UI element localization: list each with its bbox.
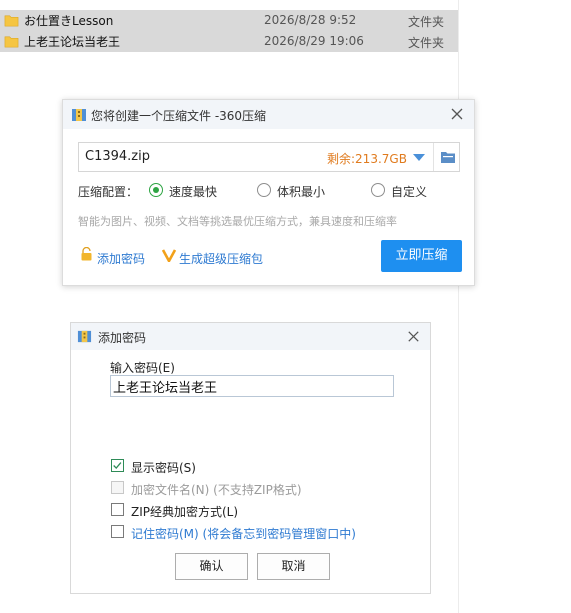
show-password-label[interactable]: 显示密码(S) <box>131 459 196 476</box>
compress-dialog: 您将创建一个压缩文件 -360压缩 C1394.zip 剩余:213.7GB 压… <box>62 99 475 286</box>
zip-classic-encryption-label[interactable]: ZIP经典加密方式(L) <box>131 503 238 520</box>
radio-speed-fastest[interactable] <box>149 183 163 197</box>
zip-classic-encryption-checkbox[interactable] <box>111 503 124 516</box>
cancel-button[interactable]: 取消 <box>257 553 330 580</box>
ok-button[interactable]: 确认 <box>175 553 248 580</box>
encrypt-filenames-checkbox <box>111 481 124 494</box>
archive-filename[interactable]: C1394.zip <box>85 149 150 164</box>
path-divider <box>433 143 434 171</box>
file-type: 文件夹 <box>408 15 445 29</box>
file-date: 2026/8/29 19:06 <box>264 34 364 48</box>
lock-icon[interactable] <box>80 247 93 261</box>
password-input-label: 输入密码(E) <box>110 361 175 375</box>
radio-speed-fastest-label[interactable]: 速度最快 <box>169 183 217 200</box>
file-row[interactable]: 上老王论坛当老王 2026/8/29 19:06 文件夹 <box>0 31 458 52</box>
password-titlebar[interactable]: 添加密码 <box>71 323 430 350</box>
chevron-down-icon[interactable] <box>413 154 425 161</box>
archive-app-icon <box>77 330 92 343</box>
compress-hint: 智能为图片、视频、文档等挑选最优压缩方式，兼具速度和压缩率 <box>78 215 397 228</box>
free-space-label: 剩余:213.7GB <box>327 152 407 166</box>
compress-titlebar[interactable]: 您将创建一个压缩文件 -360压缩 <box>63 100 474 129</box>
file-row[interactable]: お仕置きLesson 2026/8/28 9:52 文件夹 <box>0 10 458 31</box>
folder-icon <box>4 36 19 48</box>
close-icon[interactable] <box>448 105 466 123</box>
archive-app-icon <box>72 109 86 121</box>
checkmark-icon <box>113 462 122 469</box>
add-password-dialog: 添加密码 输入密码(E) 显示密码(S) 加密文件名(N) (不支持ZIP格式)… <box>70 322 431 594</box>
super-pack-link[interactable]: 生成超级压缩包 <box>179 250 263 267</box>
compress-dialog-title: 您将创建一个压缩文件 -360压缩 <box>91 109 267 123</box>
radio-custom[interactable] <box>371 183 385 197</box>
radio-custom-label[interactable]: 自定义 <box>391 183 427 200</box>
remember-password-checkbox[interactable] <box>111 525 124 538</box>
password-input[interactable] <box>110 375 394 397</box>
file-name: 上老王论坛当老王 <box>24 35 121 49</box>
password-dialog-title: 添加密码 <box>98 331 147 345</box>
encrypt-filenames-label: 加密文件名(N) (不支持ZIP格式) <box>131 483 302 497</box>
remember-password-label[interactable]: 记住密码(M) (将会备忘到密码管理窗口中) <box>131 525 356 542</box>
compress-config-label: 压缩配置： <box>78 185 139 199</box>
compress-now-button[interactable]: 立即压缩 <box>381 240 462 272</box>
file-name: お仕置きLesson <box>24 14 114 28</box>
archive-path-box[interactable]: C1394.zip 剩余:213.7GB <box>78 142 460 172</box>
file-type: 文件夹 <box>408 36 445 50</box>
close-icon[interactable] <box>405 328 422 345</box>
explorer-divider <box>458 0 459 613</box>
folder-icon <box>4 15 19 27</box>
super-pack-v-icon[interactable] <box>162 248 176 262</box>
file-date: 2026/8/28 9:52 <box>264 13 357 27</box>
add-password-link[interactable]: 添加密码 <box>97 250 145 267</box>
browse-folder-icon[interactable] <box>440 149 456 165</box>
show-password-checkbox[interactable] <box>111 459 124 472</box>
radio-smallest-size[interactable] <box>257 183 271 197</box>
radio-smallest-size-label[interactable]: 体积最小 <box>277 183 325 200</box>
